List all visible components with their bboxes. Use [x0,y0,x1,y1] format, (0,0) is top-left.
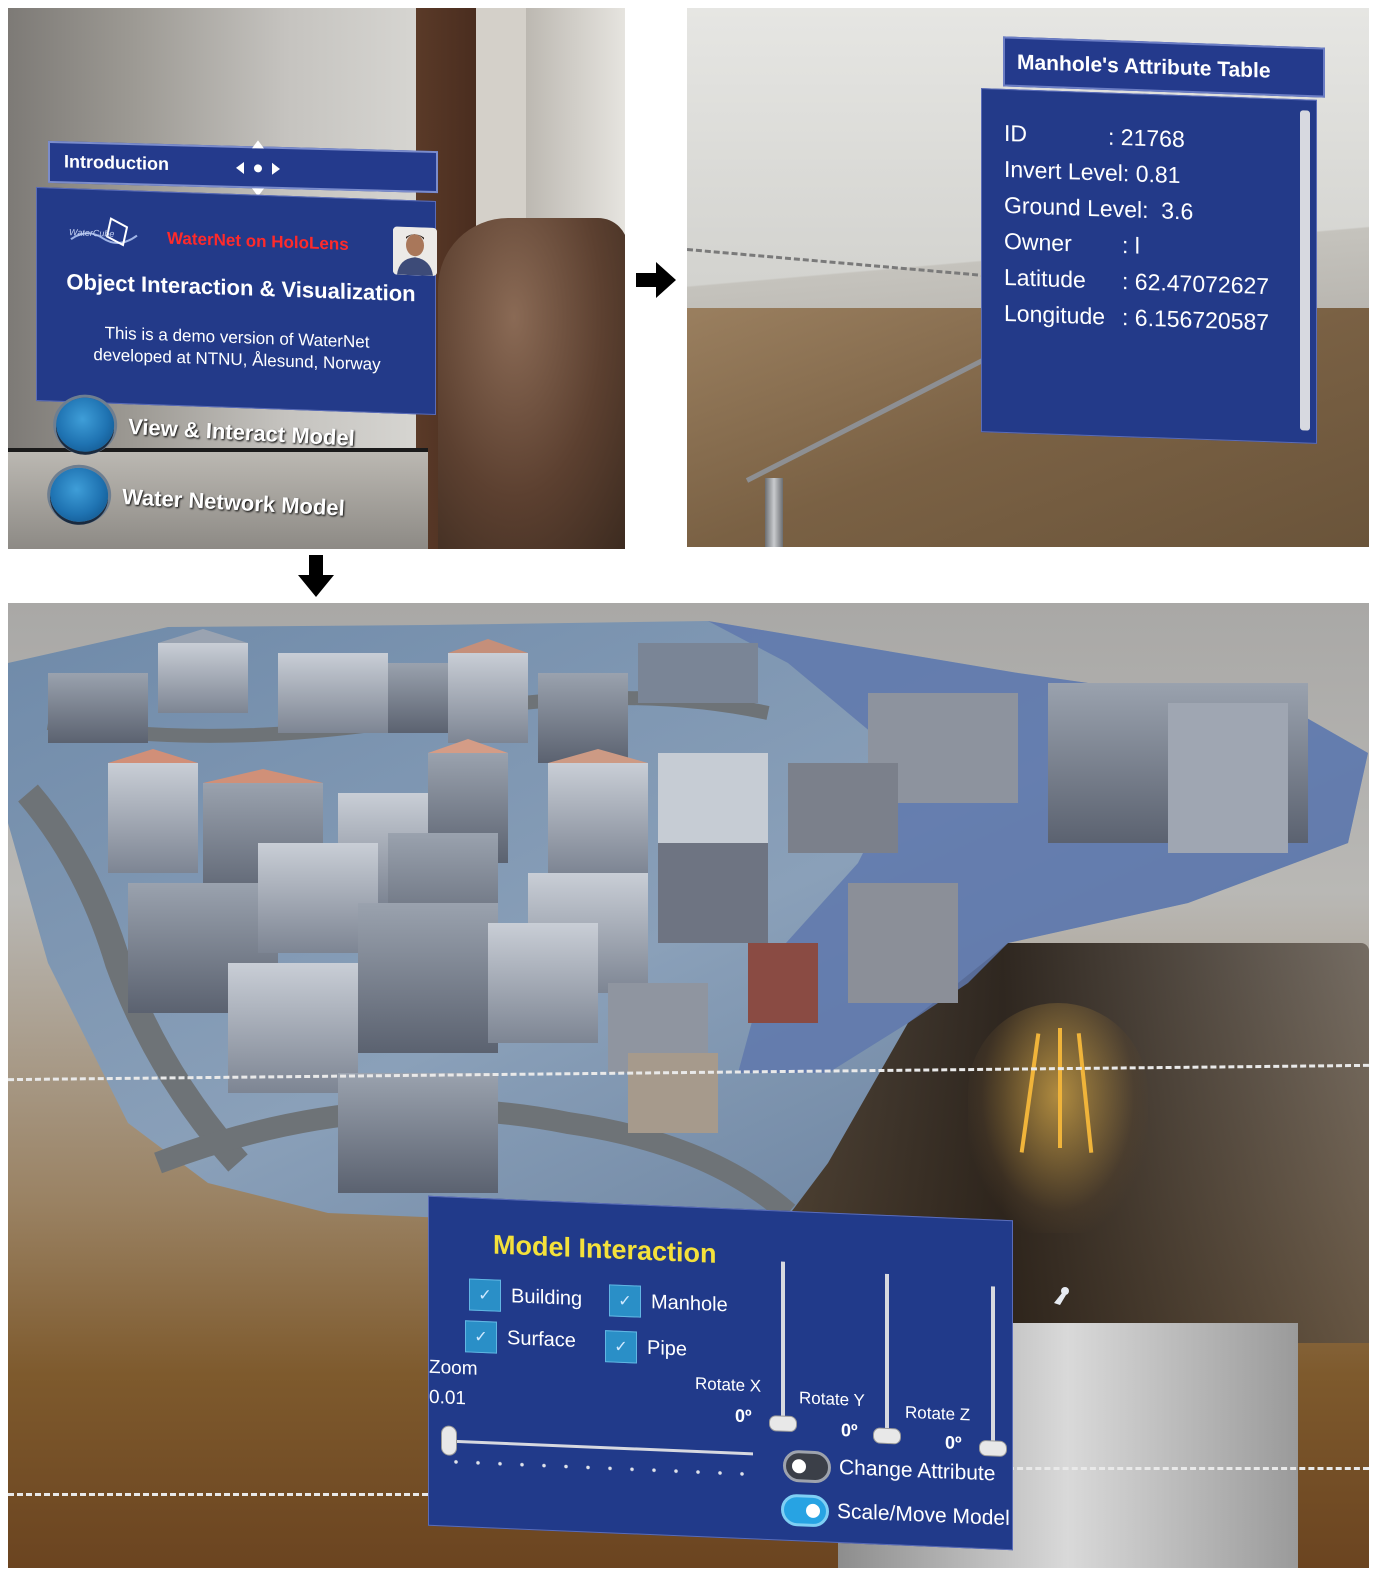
hologram-boundary [1008,1467,1369,1470]
attribute-table-title: Manhole's Attribute Table [1017,50,1271,83]
intro-title-bar[interactable]: Introduction [48,140,438,197]
scale-move-model-toggle[interactable]: Scale/Move Model [781,1493,1010,1536]
check-icon[interactable]: ✓ [469,1278,501,1312]
rotate-y-thumb[interactable] [873,1427,901,1445]
intro-heading: Object Interaction & Visualization [66,269,416,307]
intro-card: WaterCube WaterNet on HoloLens Object In… [36,187,437,415]
checkbox-label: Building [511,1284,583,1310]
building-checkbox[interactable]: ✓ Building [469,1278,582,1315]
rotate-z-thumb[interactable] [979,1439,1007,1458]
check-icon[interactable]: ✓ [605,1330,637,1364]
rotate-y-value: 0º [841,1420,858,1441]
attribute-row: ID : 21768 [1004,120,1185,153]
arrow-right-icon [636,262,676,298]
attribute-key: Latitude [1004,263,1086,293]
intro-title: Introduction [64,151,169,175]
rotate-z-value: 0º [945,1432,962,1454]
brand-name: WaterNet on HoloLens [167,228,349,254]
attribute-value: : l [1122,232,1140,259]
checkbox-label: Pipe [647,1336,688,1361]
attribute-key: Owner [1004,227,1072,257]
model-interaction-title: Model Interaction [493,1229,717,1269]
scale-move-model-label: Scale/Move Model [837,1499,1010,1531]
attribute-value: : 62.47072627 [1122,268,1270,300]
check-icon[interactable]: ✓ [609,1284,641,1318]
manhole-post[interactable] [765,478,783,547]
zoom-slider-thumb[interactable] [441,1425,457,1456]
attribute-table: ID : 21768 Invert Level: 0.81 Ground Leve… [981,88,1317,444]
change-attribute-toggle[interactable]: Change Attribute [783,1449,996,1491]
attribute-row: Invert Level: 0.81 [1004,156,1180,189]
zoom-slider[interactable] [449,1439,753,1456]
hologram-boundary [8,1493,428,1496]
toggle-switch-icon[interactable] [781,1493,829,1528]
rotate-x-value: 0º [735,1405,752,1427]
attribute-row: Longitude : 6.156720587 [1004,300,1269,336]
attribute-value: : 6.156720587 [1122,304,1270,336]
attribute-key: Invert Level: [1004,155,1130,187]
attribute-screenshot: Manhole's Attribute Table ID : 21768 Inve… [687,8,1369,547]
rotate-z-slider[interactable] [991,1286,995,1447]
zoom-value: 0.01 [429,1386,466,1410]
intro-screenshot: Introduction WaterCube WaterNet on HoloL… [8,8,625,549]
model-screenshot: Model Interaction ✓ Building ✓ Manhole ✓… [8,603,1369,1568]
intro-description: This is a demo version of WaterNet devel… [67,321,407,377]
attribute-key: Longitude [1004,299,1106,330]
rotate-x-thumb[interactable] [769,1415,797,1433]
hand-cursor-icon [1054,1287,1069,1305]
checkbox-label: Surface [507,1326,576,1352]
round-button-icon[interactable] [48,466,110,524]
avatar [393,226,437,277]
rotate-y-label: Rotate Y [799,1388,865,1411]
surface-checkbox[interactable]: ✓ Surface [465,1320,576,1357]
attribute-row: Ground Level: 3.6 [1004,192,1193,226]
attribute-key: Ground Level: [1004,191,1149,223]
move-arrows-icon[interactable] [228,138,288,200]
logo-text: WaterCube [69,227,114,239]
toggle-switch-icon[interactable] [783,1449,831,1484]
zoom-slider-ticks [445,1459,755,1477]
attribute-row: Owner : l [1004,228,1140,260]
user-hand [438,218,625,549]
attribute-key: ID [1004,119,1027,147]
arrow-down-icon [298,555,334,597]
figure-root: Introduction WaterCube WaterNet on HoloL… [0,0,1380,1571]
round-button-icon[interactable] [54,396,116,454]
check-icon[interactable]: ✓ [465,1320,497,1354]
attribute-value: : 21768 [1108,123,1185,153]
manhole-checkbox[interactable]: ✓ Manhole [609,1284,728,1321]
rotate-y-slider[interactable] [885,1273,889,1435]
watercube-logo: WaterCube [69,217,138,247]
view-interact-model-label: View & Interact Model [127,413,356,451]
rotate-z-label: Rotate Z [905,1402,971,1425]
brand-row: WaterCube WaterNet on HoloLens [61,209,437,277]
attribute-value: 3.6 [1161,197,1194,225]
water-network-model-label: Water Network Model [121,484,346,521]
change-attribute-label: Change Attribute [839,1455,996,1486]
rotate-x-label: Rotate X [695,1373,762,1396]
rotate-x-slider[interactable] [781,1261,785,1422]
attribute-row: Latitude : 62.47072627 [1004,264,1269,300]
attribute-value: 0.81 [1135,160,1181,189]
pipe-checkbox[interactable]: ✓ Pipe [605,1330,687,1365]
attribute-scrollbar[interactable] [1300,110,1310,431]
checkbox-label: Manhole [651,1290,728,1316]
zoom-label: Zoom [429,1356,478,1380]
model-interaction-panel: Model Interaction ✓ Building ✓ Manhole ✓… [428,1195,1013,1551]
